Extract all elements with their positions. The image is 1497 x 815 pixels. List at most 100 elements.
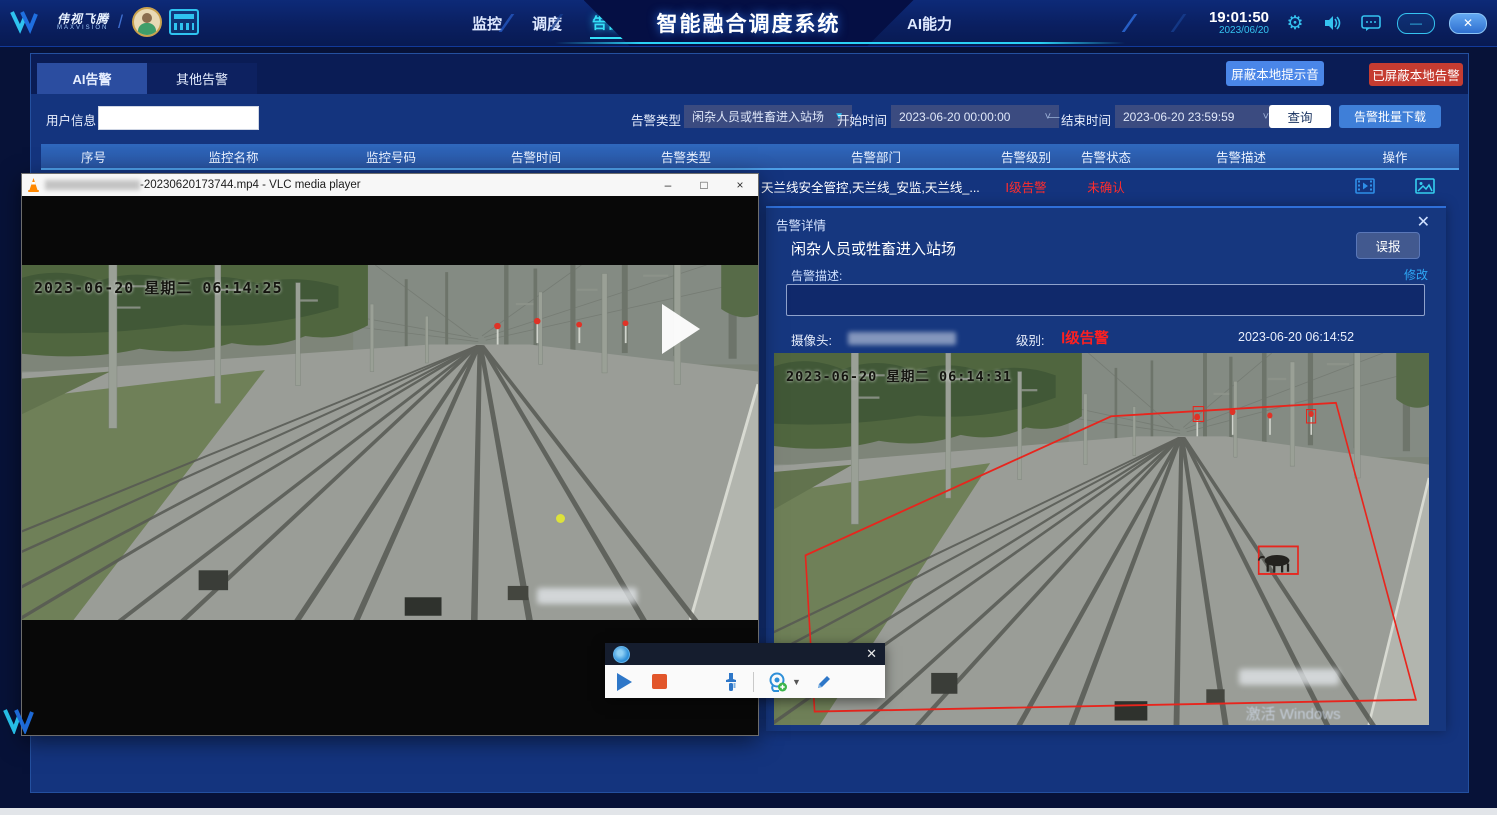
clock-date: 2023/06/20: [1209, 26, 1269, 37]
taskbar-strip[interactable]: [0, 808, 1497, 815]
description-label: 告警描述:: [791, 267, 842, 284]
col-alarm-type: 告警类型: [611, 144, 761, 168]
vlc-filename-redacted: [45, 180, 140, 190]
vlc-titlebar[interactable]: -20230620173744.mp4 - VLC media player –…: [22, 174, 758, 196]
vlc-minimize-button[interactable]: –: [650, 174, 686, 196]
end-time-label: 结束时间: [1061, 110, 1111, 129]
alarm-type-label: 告警类型: [631, 110, 681, 129]
vlc-cone-icon: [27, 178, 40, 192]
recorder-toolbar-window: ✕ ▼: [605, 643, 885, 698]
level-label: 级别:: [1016, 330, 1044, 349]
user-info-label: 用户信息: [46, 110, 96, 129]
cell-alarm-dept: 天兰线安全管控,天兰线_安监,天兰线_...: [761, 177, 991, 196]
play-icon[interactable]: [617, 673, 632, 691]
camera-label: 摄像头:: [791, 330, 832, 349]
phone-icon[interactable]: [169, 9, 199, 35]
activate-windows-watermark: 激活 Windows: [1246, 703, 1341, 724]
modify-link[interactable]: 修改: [1404, 266, 1428, 283]
mute-local-tone-button[interactable]: 屏蔽本地提示音: [1226, 61, 1324, 86]
vlc-title-text: -20230620173744.mp4 - VLC media player: [140, 179, 361, 191]
cell-alarm-status: 未确认: [1061, 177, 1151, 196]
cell-alarm-level: Ⅰ级告警: [991, 177, 1061, 196]
query-button[interactable]: 查询: [1269, 105, 1331, 128]
topbar-right: 19:01:50 2023/06/20 ⚙ — ✕: [1209, 0, 1487, 46]
detail-close-icon[interactable]: ✕: [1417, 212, 1430, 232]
redacted-watermark: [537, 588, 637, 604]
col-seq: 序号: [41, 144, 146, 168]
table-header: 序号 监控名称 监控号码 告警时间 告警类型 告警部门 告警级别 告警状态 告警…: [41, 144, 1459, 170]
play-overlay-icon[interactable]: [662, 304, 700, 354]
recorder-toolbar: ▼: [605, 665, 885, 698]
user-info-input[interactable]: [98, 106, 259, 130]
yellow-marker-dot: [556, 514, 565, 523]
start-time-label: 开始时间: [837, 110, 887, 129]
image-icon[interactable]: [1415, 178, 1435, 194]
camera-icon: [613, 646, 630, 663]
range-separator: —: [1047, 110, 1060, 124]
app-window: 伟视飞腾 MAXVISION / 监控 调度 告警 智能融合调度系统 AI能力 …: [0, 0, 1497, 815]
alarm-name: 闲杂人员或牲畜进入站场: [791, 238, 956, 259]
brand: 伟视飞腾 MAXVISION /: [10, 7, 199, 37]
vlc-maximize-button[interactable]: □: [686, 174, 722, 196]
level-value: Ⅰ级告警: [1061, 327, 1109, 348]
description-textarea[interactable]: [786, 284, 1425, 316]
brand-watermark-icon: [3, 706, 41, 734]
dropdown-caret-icon[interactable]: ▼: [792, 677, 801, 687]
recorder-titlebar[interactable]: ✕: [605, 643, 885, 665]
col-alarm-status: 告警状态: [1061, 144, 1151, 168]
alarm-time: 2023-06-20 06:14:52: [1238, 330, 1354, 344]
decor-slash-right: [1122, 14, 1187, 32]
col-alarm-dept: 告警部门: [761, 144, 991, 168]
pencil-icon[interactable]: [815, 673, 833, 691]
brand-text: 伟视飞腾 MAXVISION: [57, 13, 109, 31]
redacted-watermark: [1239, 669, 1339, 685]
stop-icon[interactable]: [652, 674, 667, 689]
col-ops: 操作: [1331, 144, 1459, 168]
tab-ai-alarm[interactable]: AI告警: [37, 63, 147, 94]
speaker-icon[interactable]: [1321, 11, 1345, 35]
webcam-add-icon[interactable]: [768, 672, 788, 692]
brand-logo-icon: [10, 9, 50, 35]
video-icon[interactable]: [1355, 178, 1375, 194]
alarm-type-select[interactable]: 闲杂人员或牲畜进入站场 ▼: [684, 105, 852, 128]
false-report-button[interactable]: 误报: [1356, 232, 1420, 259]
camera-timestamp: 2023-06-20 星期二 06:14:31: [786, 365, 1012, 385]
col-alarm-time: 告警时间: [461, 144, 611, 168]
caliper-icon[interactable]: [723, 672, 739, 692]
filter-row: 用户信息 告警类型 闲杂人员或牲畜进入站场 ▼ 开始时间 2023-06-20 …: [31, 101, 1468, 139]
close-icon[interactable]: ✕: [866, 646, 877, 662]
brand-divider: /: [118, 12, 123, 33]
user-avatar-icon[interactable]: [132, 7, 162, 37]
railway-scene: [22, 265, 758, 620]
nav-item-ai[interactable]: AI能力: [905, 9, 954, 38]
batch-download-button[interactable]: 告警批量下载: [1339, 105, 1441, 128]
close-button[interactable]: ✕: [1449, 13, 1487, 34]
chat-icon[interactable]: [1359, 11, 1383, 35]
title-band: 智能融合调度系统: [584, 0, 914, 46]
clock-time: 19:01:50: [1209, 10, 1269, 26]
clock: 19:01:50 2023/06/20: [1209, 10, 1269, 36]
video-timestamp: 2023-06-20 星期二 06:14:25: [34, 277, 283, 298]
col-alarm-desc: 告警描述: [1151, 144, 1331, 168]
toolbar-divider: [753, 672, 754, 692]
tab-other-alarm[interactable]: 其他告警: [147, 63, 257, 94]
end-time-picker[interactable]: 2023-06-20 23:59:59 ˅: [1115, 105, 1277, 128]
title-underline: [555, 42, 1125, 44]
col-monitor-number: 监控号码: [321, 144, 461, 168]
start-time-picker[interactable]: 2023-06-20 00:00:00 ˅: [891, 105, 1059, 128]
col-alarm-level: 告警级别: [991, 144, 1061, 168]
detail-title: 告警详情: [776, 215, 826, 234]
col-monitor-name: 监控名称: [146, 144, 321, 168]
start-time-value: 2023-06-20 00:00:00: [899, 110, 1010, 124]
brand-name: 伟视飞腾: [57, 13, 109, 25]
gear-icon[interactable]: ⚙: [1283, 11, 1307, 35]
camera-name-redacted: [848, 332, 956, 345]
vlc-video-frame: 2023-06-20 星期二 06:14:25: [22, 265, 758, 620]
muted-local-alarm-button[interactable]: 已屏蔽本地告警: [1369, 63, 1463, 86]
nav-item-monitor[interactable]: 监控: [470, 9, 504, 38]
tabs-bar: AI告警 其他告警 屏蔽本地提示音 已屏蔽本地告警: [31, 54, 1468, 94]
vlc-close-button[interactable]: ×: [722, 174, 758, 196]
minimize-button[interactable]: —: [1397, 13, 1435, 34]
topbar: 伟视飞腾 MAXVISION / 监控 调度 告警 智能融合调度系统 AI能力 …: [0, 0, 1497, 47]
brand-subname: MAXVISION: [57, 25, 109, 31]
